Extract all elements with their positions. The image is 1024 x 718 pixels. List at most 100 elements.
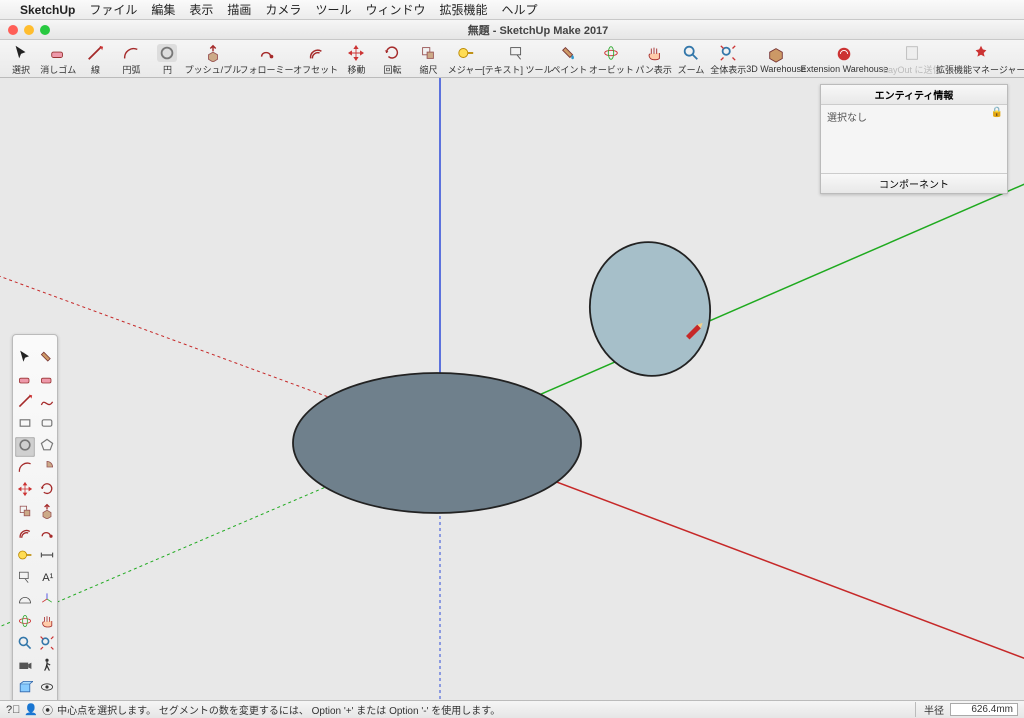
large-tool-palette[interactable]: A¹ [12, 334, 58, 704]
menu-file[interactable]: ファイル [89, 1, 137, 18]
line-button[interactable]: 線 [82, 44, 108, 76]
palette-orbit-button[interactable] [15, 613, 35, 633]
palette-rrect-button[interactable] [37, 415, 57, 435]
select-label: 選択 [12, 63, 30, 76]
close-icon[interactable] [8, 25, 18, 35]
palette-pushpull-button[interactable] [37, 503, 57, 523]
palette-axes-button[interactable] [37, 591, 57, 611]
palette-circle-button[interactable] [15, 437, 35, 457]
extmgr-icon [971, 44, 991, 62]
person-icon[interactable]: 👤 [24, 703, 38, 716]
palette-rotate-button[interactable] [37, 481, 57, 501]
palette-select-button[interactable] [15, 349, 35, 369]
pushpull-icon [203, 44, 223, 62]
svg-text:A¹: A¹ [42, 572, 53, 584]
palette-eraser2-button[interactable] [37, 371, 57, 391]
paint-button[interactable]: ペイント [555, 44, 583, 76]
eraser-label: 消しゴム [40, 63, 76, 76]
orbit-button[interactable]: オービット [594, 44, 630, 76]
entity-info-panel[interactable]: エンティティ情報 選択なし 🔒 コンポーネント [820, 84, 1008, 194]
rotate-button[interactable]: 回転 [379, 44, 405, 76]
small-circle-face[interactable] [581, 234, 718, 383]
scale-button[interactable]: 縮尺 [415, 44, 441, 76]
arc-button[interactable]: 円弧 [118, 44, 144, 76]
palette-tape-button[interactable] [15, 547, 35, 567]
paint-label: ペイント [551, 63, 587, 76]
pan-button[interactable]: パン表示 [639, 44, 668, 76]
palette-camera-button[interactable] [15, 657, 35, 677]
eraser-icon [17, 371, 33, 392]
minimize-icon[interactable] [24, 25, 34, 35]
menu-edit[interactable]: 編集 [151, 1, 175, 18]
circle-icon [157, 44, 177, 62]
mac-menubar: SketchUp ファイル 編集 表示 描画 カメラ ツール ウィンドウ 拡張機… [0, 0, 1024, 20]
palette-dim-button[interactable] [37, 547, 57, 567]
pan-label: パン表示 [635, 63, 671, 76]
palette-offset-button[interactable] [15, 525, 35, 545]
zoomext-button[interactable]: 全体表示 [714, 44, 742, 76]
camera-icon [17, 657, 33, 678]
palette-line-button[interactable] [15, 393, 35, 413]
offset-button[interactable]: オフセット [298, 44, 334, 76]
palette-rect-button[interactable] [15, 415, 35, 435]
maximize-icon[interactable] [40, 25, 50, 35]
circle-button[interactable]: 円 [154, 44, 180, 76]
palette-look-button[interactable] [37, 679, 57, 699]
palette-zoomext-button[interactable] [37, 635, 57, 655]
palette-scale-button[interactable] [15, 503, 35, 523]
line-icon [85, 44, 105, 62]
palette-move-button[interactable] [15, 481, 35, 501]
look-icon [39, 679, 55, 700]
orbit-label: オービット [589, 63, 634, 76]
app-name[interactable]: SketchUp [20, 3, 75, 17]
palette-freehand-button[interactable] [37, 393, 57, 413]
palette-eraser-button[interactable] [15, 371, 35, 391]
palette-poly-button[interactable] [37, 437, 57, 457]
large-circle-face[interactable] [293, 373, 581, 513]
menu-tools[interactable]: ツール [315, 1, 351, 18]
menu-camera[interactable]: カメラ [265, 1, 301, 18]
tape-icon [17, 547, 33, 568]
zoom-button[interactable]: ズーム [678, 44, 704, 76]
tape-button[interactable]: メジャー [451, 44, 479, 76]
palette-text-button[interactable] [15, 569, 35, 589]
eraser-button[interactable]: 消しゴム [44, 44, 72, 76]
ew-label: Extension Warehouse [801, 64, 889, 74]
palette-a-button[interactable]: A¹ [37, 569, 57, 589]
palette-arc-button[interactable] [15, 459, 35, 479]
palette-protractor-button[interactable] [15, 591, 35, 611]
geo-icon[interactable]: ⦿ [42, 702, 53, 718]
menu-help[interactable]: ヘルプ [501, 1, 537, 18]
3dw-button[interactable]: 3D Warehouse [753, 45, 800, 74]
menu-view[interactable]: 表示 [189, 1, 213, 18]
offset-icon [306, 44, 326, 62]
palette-zoom-button[interactable] [15, 635, 35, 655]
move-icon [17, 481, 33, 502]
offset-icon [17, 525, 33, 546]
pushpull-button[interactable]: プッシュ/プル [190, 44, 235, 76]
measurement-input[interactable]: 626.4mm [950, 703, 1018, 716]
menu-extensions[interactable]: 拡張機能 [439, 1, 487, 18]
followme-button[interactable]: フォローミー [245, 44, 288, 76]
text-button[interactable]: [テキスト] ツール [490, 44, 546, 76]
palette-bucket-button[interactable] [37, 349, 57, 369]
arc-label: 円弧 [122, 63, 140, 76]
move-button[interactable]: 移動 [343, 44, 369, 76]
help-icon[interactable]: ?⃝ [6, 704, 20, 716]
move-label: 移動 [347, 63, 365, 76]
palette-pan-button[interactable] [37, 613, 57, 633]
extmgr-button[interactable]: 拡張機能マネージャー [945, 44, 1016, 76]
menu-draw[interactable]: 描画 [227, 1, 251, 18]
palette-walk-button[interactable] [37, 657, 57, 677]
select-button[interactable]: 選択 [8, 44, 34, 76]
menu-window[interactable]: ウィンドウ [365, 1, 425, 18]
palette-pie-button[interactable] [37, 459, 57, 479]
lock-icon[interactable]: 🔒 [991, 107, 1003, 118]
modeling-viewport[interactable]: エンティティ情報 選択なし 🔒 コンポーネント A¹ [0, 78, 1024, 700]
palette-followme-button[interactable] [37, 525, 57, 545]
ew-button[interactable]: Extension Warehouse [810, 45, 879, 74]
rotate-icon [382, 44, 402, 62]
component-panel-header[interactable]: コンポーネント [821, 173, 1007, 193]
palette-section-button[interactable] [15, 679, 35, 699]
entity-info-body: 選択なし 🔒 [821, 105, 1007, 173]
